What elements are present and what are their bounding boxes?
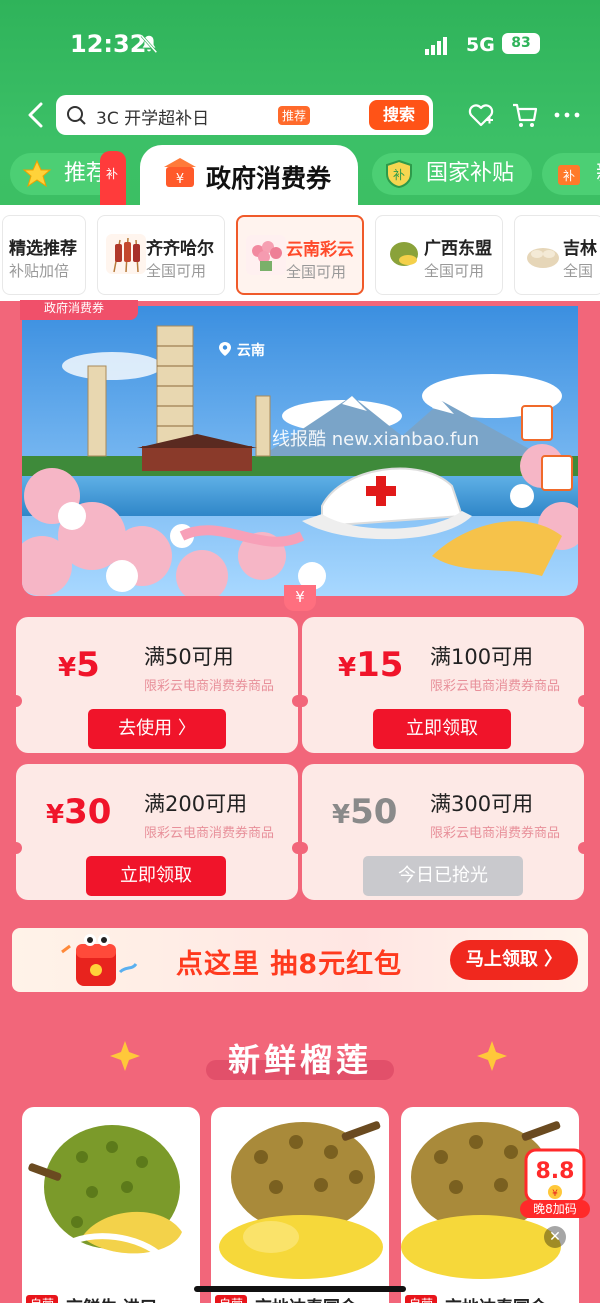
- status-bar: 12:32 5G 83: [0, 0, 600, 90]
- category-title: 广西东盟: [424, 239, 492, 259]
- coupon-card: ¥15 满100可用 限彩云电商消费券商品 立即领取: [296, 617, 590, 753]
- category-title: 吉林: [563, 239, 597, 259]
- section-title: 新鲜榴莲: [227, 1041, 372, 1079]
- watermark-text: 线报酷 new.xianbao.fun: [272, 429, 480, 450]
- tab-national-subsidy-label: 国家补贴: [426, 161, 515, 186]
- more-icon[interactable]: [552, 100, 582, 130]
- tab-gov-voucher-label: 政府消费券: [206, 164, 332, 193]
- category-subtitle: 全国: [563, 262, 594, 280]
- signal-icon: [425, 36, 449, 55]
- coupon-limit: 限彩云电商消费券商品: [430, 679, 561, 694]
- flower-image: [246, 235, 286, 275]
- category-subtitle: 全国可用: [286, 263, 347, 281]
- search-query: 3C 开学超补日: [96, 109, 210, 129]
- coupon-amount: ¥30: [46, 792, 112, 832]
- back-arrow-icon[interactable]: [26, 101, 46, 129]
- voucher-shop-icon: ¥: [164, 158, 196, 187]
- category-title: 齐齐哈尔: [146, 239, 214, 259]
- subsidy-box-icon: 补: [558, 165, 580, 185]
- shield-subsidy-icon: 补: [386, 159, 412, 189]
- cart-icon[interactable]: [510, 100, 540, 130]
- lucky-draw-text: 点这里 抽8元红包: [176, 949, 403, 980]
- coupon-condition: 满100可用: [430, 645, 534, 669]
- close-icon[interactable]: ✕: [544, 1226, 566, 1248]
- svg-text:补: 补: [563, 169, 575, 183]
- search-icon: [67, 106, 86, 125]
- product-title: 京地达泰国金: [445, 1293, 547, 1303]
- yunnan-banner-image[interactable]: [22, 306, 578, 596]
- durian-product-image: [28, 1125, 182, 1260]
- durian-image: [384, 234, 424, 274]
- coupon-divider-badge: ¥: [284, 585, 316, 611]
- svg-text:补: 补: [393, 168, 405, 182]
- banner-location-text: 云南: [236, 343, 265, 359]
- search-row: 3C 开学超补日 推荐 搜索: [0, 94, 600, 136]
- coupon-card: ¥5 满50可用 限彩云电商消费券商品 去使用 〉: [10, 617, 304, 753]
- product-title: 京鲜生 进口: [66, 1293, 157, 1303]
- coupon-use-button[interactable]: 去使用 〉: [88, 709, 226, 749]
- red-envelope-mascot-icon: [61, 934, 138, 986]
- coupon-card: ¥50 满300可用 限彩云电商消费券商品 今日已抢光: [296, 764, 590, 900]
- floating-label[interactable]: 晚8加码: [520, 1200, 590, 1218]
- coupon-amount: ¥50: [332, 792, 398, 832]
- search-badge: 推荐: [278, 106, 311, 125]
- dumpling-image: [523, 234, 563, 274]
- coupon-amount: ¥15: [338, 645, 404, 685]
- durian-product-image: [219, 1121, 383, 1279]
- coupon-limit: 限彩云电商消费券商品: [144, 826, 275, 841]
- svg-text:8.8: 8.8: [536, 1159, 575, 1184]
- coupon-claim-button[interactable]: 立即领取: [373, 709, 511, 749]
- coupon-limit: 限彩云电商消费券商品: [144, 679, 275, 694]
- network-type: 5G: [466, 34, 495, 56]
- coupon-card: ¥30 满200可用 限彩云电商消费券商品 立即领取: [10, 764, 304, 900]
- product-card[interactable]: 自营 京鲜生 进口: [22, 1107, 200, 1303]
- category-subtitle: 全国可用: [146, 262, 207, 280]
- product-card[interactable]: 自营 京地达泰国金: [211, 1107, 389, 1303]
- coupon-condition: 满200可用: [144, 792, 248, 816]
- skewer-image: [106, 234, 146, 274]
- self-operated-tag: 自营: [405, 1295, 438, 1303]
- search-input[interactable]: 3C 开学超补日 推荐 搜索: [56, 95, 433, 135]
- category-jilin[interactable]: 吉林 全国: [514, 215, 600, 295]
- tab-more-label: 新: [596, 153, 600, 195]
- coupon-claim-button[interactable]: 立即领取: [86, 856, 226, 896]
- svg-text:¥: ¥: [552, 1189, 558, 1199]
- status-time: 12:32: [70, 30, 147, 58]
- category-yunnan[interactable]: 云南彩云 全国可用: [236, 215, 364, 295]
- category-guangxi[interactable]: 广西东盟 全国可用: [375, 215, 503, 295]
- tab-gov-voucher[interactable]: ¥ 政府消费券: [140, 145, 358, 205]
- claim-now-button[interactable]: 马上领取 〉: [450, 940, 578, 980]
- tab-recommend[interactable]: 推荐 补贴: [10, 151, 126, 239]
- category-title: 精选推荐: [9, 239, 77, 259]
- coupon-amount: ¥5: [58, 645, 100, 685]
- tab-more[interactable]: 补 新: [542, 153, 600, 195]
- category-title: 云南彩云: [286, 240, 354, 260]
- star-icon: [22, 159, 52, 188]
- self-operated-tag: 自营: [26, 1295, 59, 1303]
- self-operated-tag: 自营: [215, 1295, 248, 1303]
- coupon-limit: 限彩云电商消费券商品: [430, 826, 561, 841]
- header-area: 12:32 5G 83 3C 开学超补日 推荐 搜索 推荐 补 ¥ 政府消费券 …: [0, 0, 600, 239]
- battery-icon: 83: [502, 33, 540, 54]
- favorite-heart-icon[interactable]: [466, 100, 496, 130]
- coupon-condition: 满50可用: [144, 645, 234, 669]
- banner-location: 云南: [218, 340, 265, 360]
- category-featured[interactable]: 精选推荐 补贴加倍: [2, 215, 86, 295]
- category-subtitle: 补贴加倍: [9, 262, 70, 280]
- banner-tag: 政府消费券: [20, 300, 138, 320]
- category-qiqihar[interactable]: 齐齐哈尔 全国可用: [97, 215, 225, 295]
- tab-national-subsidy[interactable]: 补 国家补贴: [372, 153, 532, 195]
- mute-bell-icon: [140, 34, 158, 54]
- coupon-soldout-button: 今日已抢光: [363, 856, 523, 896]
- coupon-condition: 满300可用: [430, 792, 534, 816]
- category-subtitle: 全国可用: [424, 262, 485, 280]
- category-row: 精选推荐 补贴加倍 齐齐哈尔 全国可用 云南彩云 全国可用 广西东盟 全国可用 …: [0, 205, 600, 301]
- svg-text:¥: ¥: [176, 172, 184, 187]
- lucky-draw-banner[interactable]: 点这里 抽8元红包 马上领取 〉: [12, 928, 588, 992]
- product-title: 京地达泰国金: [255, 1293, 357, 1303]
- location-pin-icon: [219, 342, 231, 356]
- home-indicator: [194, 1286, 406, 1292]
- search-button[interactable]: 搜索: [369, 100, 429, 130]
- tab-bar: 推荐 补贴 ¥ 政府消费券 补 国家补贴 补 新: [0, 145, 600, 239]
